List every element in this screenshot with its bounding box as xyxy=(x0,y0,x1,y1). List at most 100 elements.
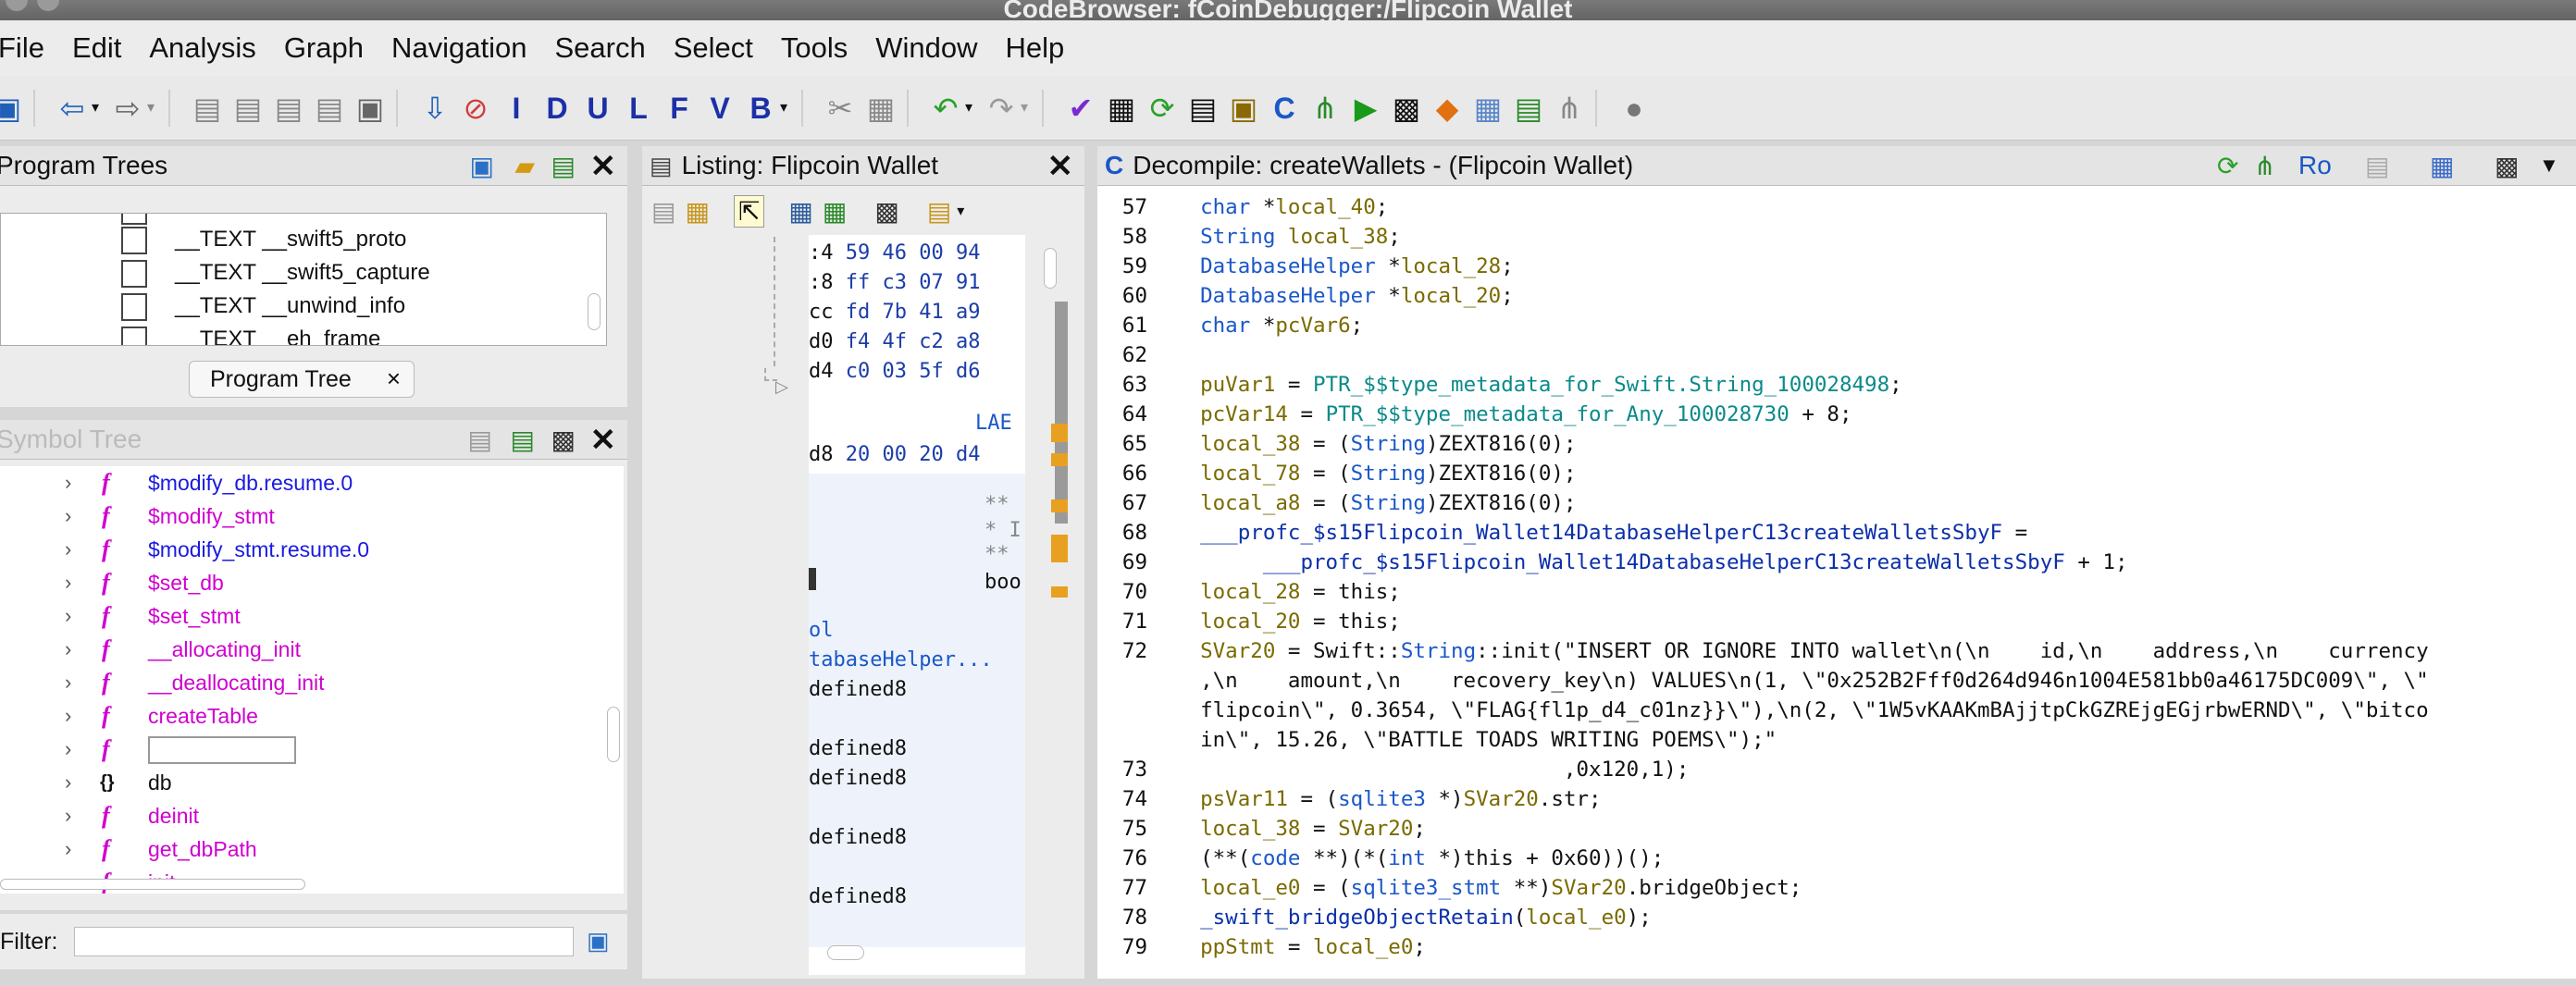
listing-row[interactable]: d4 c0 03 5f d6 xyxy=(809,357,980,387)
symbol-tree-item[interactable]: › f $modify_stmt.resume.0 xyxy=(0,535,601,564)
rename-edit-field[interactable] xyxy=(148,736,296,764)
paste-icon[interactable]: ▦ xyxy=(685,196,709,227)
next-data-icon[interactable]: ▤ xyxy=(192,90,222,127)
listing-symbol[interactable]: ol xyxy=(809,616,834,646)
code-line[interactable]: 70 local_28 = this; xyxy=(1097,577,2576,607)
label-lab[interactable]: LAE xyxy=(975,409,1012,438)
filter-options-icon[interactable]: ▣ xyxy=(587,927,610,955)
menu-search[interactable]: Search xyxy=(554,31,645,65)
chevron-right-icon[interactable]: › xyxy=(65,635,71,664)
close-icon[interactable]: ✕ xyxy=(1047,148,1074,185)
help-chat-icon[interactable]: ● xyxy=(1619,90,1649,127)
select-cursor-icon[interactable]: ⇱ xyxy=(733,194,765,228)
code-line[interactable]: flipcoin\", 0.3654, \"FLAG{fl1p_d4_c01nz… xyxy=(1097,696,2576,725)
close-icon[interactable]: ✕ xyxy=(590,422,617,459)
code-line[interactable]: 73 ,0x120,1); xyxy=(1097,755,2576,784)
redo-dropdown-icon[interactable]: ▾ xyxy=(1018,90,1031,127)
tree-icon[interactable]: ⋔ xyxy=(1554,90,1584,127)
menu-tools[interactable]: Tools xyxy=(781,31,848,65)
cut-icon[interactable]: ✂ xyxy=(825,90,855,127)
function-graph-icon[interactable]: ⋔ xyxy=(1310,90,1340,127)
bytes-icon[interactable]: ▦ xyxy=(1107,90,1136,127)
nav-dropdown-icon[interactable]: ▾ xyxy=(777,90,790,127)
paste-icon[interactable]: ▦ xyxy=(866,90,896,127)
export-icon[interactable]: ▤ xyxy=(511,425,535,455)
listing-symbol[interactable]: tabaseHelper... xyxy=(809,646,993,675)
code-line[interactable]: 68 ___profc_$s15Flipcoin_Wallet14Databas… xyxy=(1097,518,2576,548)
refresh-icon[interactable]: ⟳ xyxy=(1147,90,1177,127)
chevron-right-icon[interactable]: › xyxy=(65,834,71,864)
snapshot-icon[interactable]: ▩ xyxy=(2495,151,2519,181)
symbol-tree-item[interactable]: › f $modify_db.resume.0 xyxy=(0,468,601,498)
undo-dropdown-icon[interactable]: ▾ xyxy=(962,90,975,127)
forward-arrow-icon[interactable]: ⇨ xyxy=(113,90,142,127)
code-line[interactable]: 60 DatabaseHelper *local_20; xyxy=(1097,281,2576,311)
symbol-tree-item[interactable]: › f $set_db xyxy=(0,568,601,598)
listing-overview-bar[interactable] xyxy=(1031,239,1068,979)
import-icon[interactable]: ▤ xyxy=(468,425,492,455)
splitter[interactable] xyxy=(631,142,638,986)
code-line[interactable]: 74 psVar11 = (sqlite3 *)SVar20.str; xyxy=(1097,784,2576,814)
symbol-tree-item[interactable]: › f createTable xyxy=(0,701,601,731)
symbol-tree-item[interactable]: › f __allocating_init xyxy=(0,635,601,664)
diff-icon[interactable]: ▦ xyxy=(823,196,847,227)
tree-item[interactable]: __TEXT __unwind_info xyxy=(121,290,405,323)
menu-select[interactable]: Select xyxy=(674,31,753,65)
code-line[interactable]: 76 (**(code **)(*(int *)this + 0x60))(); xyxy=(1097,844,2576,873)
chevron-right-icon[interactable]: › xyxy=(65,701,71,731)
terminal-icon[interactable]: ▩ xyxy=(1392,90,1421,127)
menu-window[interactable]: Window xyxy=(875,31,977,65)
undo-icon[interactable]: ↶ xyxy=(931,90,960,127)
code-line[interactable]: 61 char *pcVar6; xyxy=(1097,311,2576,340)
graph-icon[interactable]: ⋔ xyxy=(2254,151,2275,181)
listing-row[interactable]: defined8 xyxy=(809,882,907,912)
chevron-right-icon[interactable]: › xyxy=(65,535,71,564)
listing-row[interactable]: d8 20 00 20 d4 xyxy=(809,440,980,470)
code-line[interactable]: 72 SVar20 = Swift::String::init("INSERT … xyxy=(1097,636,2576,666)
symbol-tree-item[interactable]: › {} db xyxy=(0,768,601,797)
nav-bookmark-icon[interactable]: B xyxy=(746,90,775,127)
next-label-icon[interactable]: ▤ xyxy=(315,90,344,127)
next-instruction-icon[interactable]: ▤ xyxy=(233,90,263,127)
export-icon[interactable]: ▤ xyxy=(1514,90,1543,127)
forward-dropdown-icon[interactable]: ▾ xyxy=(144,90,157,127)
code-line[interactable]: 78 _swift_bridgeObjectRetain(local_e0); xyxy=(1097,903,2576,932)
menu-file[interactable]: File xyxy=(0,31,44,65)
listing-row[interactable]: :8 ff c3 07 91 xyxy=(809,268,980,298)
code-line[interactable]: in\", 15.26, \"BATTLE TOADS WRITING POEM… xyxy=(1097,725,2576,755)
code-line[interactable]: 58 String local_38; xyxy=(1097,222,2576,252)
nav-function-icon[interactable]: F xyxy=(664,90,694,127)
data-types-icon[interactable]: ▣ xyxy=(1229,90,1258,127)
menu-help[interactable]: Help xyxy=(1006,31,1065,65)
export-tree-icon[interactable]: ▤ xyxy=(551,151,576,181)
new-tree-icon[interactable]: ▣ xyxy=(470,151,494,181)
refresh-icon[interactable]: ⟳ xyxy=(2217,151,2238,181)
decompiler-icon[interactable]: C xyxy=(1269,90,1299,127)
symbol-hscrollbar-thumb[interactable] xyxy=(0,879,305,890)
code-line[interactable]: 57 char *local_40; xyxy=(1097,192,2576,222)
menu-analysis[interactable]: Analysis xyxy=(149,31,255,65)
chevron-right-icon[interactable]: › xyxy=(65,501,71,531)
nav-data-icon[interactable]: D xyxy=(542,90,572,127)
tree-scrollbar-thumb[interactable] xyxy=(588,293,601,330)
listing-hscrollbar-thumb[interactable] xyxy=(827,945,864,960)
tree-item[interactable]: __TEXT __swift5_capture xyxy=(121,256,430,290)
copy-icon[interactable]: ▤ xyxy=(651,196,675,227)
chevron-right-icon[interactable]: › xyxy=(65,734,71,764)
code-line[interactable]: 69 ___profc_$s15Flipcoin_Wallet14Databas… xyxy=(1097,548,2576,577)
menu-graph[interactable]: Graph xyxy=(284,31,364,65)
tree-item[interactable]: __TEXT __eh_frame xyxy=(121,323,380,345)
chevron-right-icon[interactable]: › xyxy=(65,801,71,831)
symbol-tree-item[interactable]: › f $set_stmt xyxy=(0,601,601,631)
snapshot-icon[interactable]: ▩ xyxy=(551,425,576,455)
listing-boo[interactable]: boo xyxy=(985,568,1022,598)
symbol-tree-item[interactable]: › f __deallocating_init xyxy=(0,668,601,697)
symbol-tree-item[interactable]: › f $modify_stmt xyxy=(0,501,601,531)
run-icon[interactable]: ▶ xyxy=(1351,90,1381,127)
edit-icon[interactable]: ▦ xyxy=(2430,151,2454,181)
code-line[interactable]: 62 xyxy=(1097,340,2576,370)
listing-row[interactable]: defined8 xyxy=(809,675,907,705)
chevron-right-icon[interactable]: › xyxy=(65,468,71,498)
checkmark-icon[interactable]: ✔ xyxy=(1066,90,1096,127)
nav-value-icon[interactable]: V xyxy=(705,90,735,127)
